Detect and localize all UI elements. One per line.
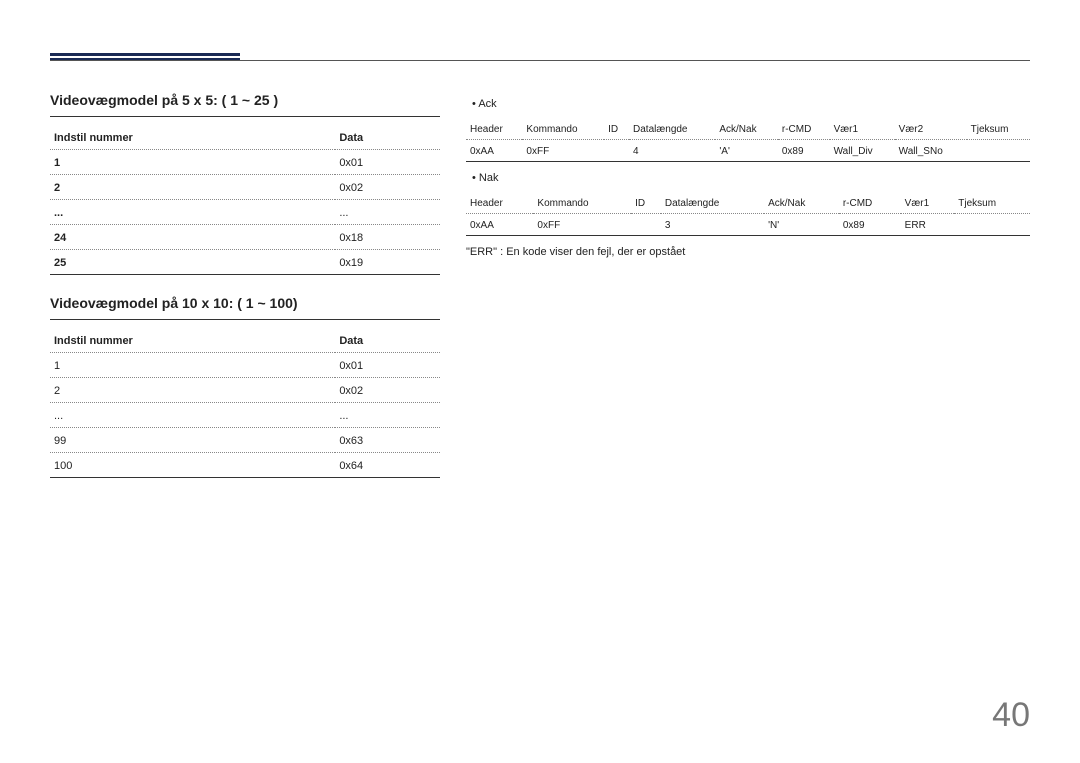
col-header: Ack/Nak: [764, 192, 839, 214]
cell: ...: [335, 403, 440, 428]
col-header: r-CMD: [839, 192, 901, 214]
col-header: Data: [335, 125, 440, 150]
cell: Wall_Div: [830, 140, 895, 162]
cell: 4: [629, 140, 715, 162]
col-header: Tjeksum: [954, 192, 1030, 214]
table-row: 250x19: [50, 250, 440, 275]
col-header: Datalængde: [629, 118, 715, 140]
cell: 'N': [764, 214, 839, 236]
col-header: Vær1: [830, 118, 895, 140]
cell: 2: [50, 378, 335, 403]
table-row: 990x63: [50, 428, 440, 453]
cell: 'A': [715, 140, 778, 162]
cell: 3: [661, 214, 764, 236]
cell: [631, 214, 661, 236]
heading-rule-10x10: [50, 319, 440, 320]
nak-label: Nak: [472, 172, 1030, 184]
ack-label: Ack: [472, 98, 1030, 110]
col-header: Vær2: [895, 118, 967, 140]
cell: 0x89: [839, 214, 901, 236]
table-header-row: Header Kommando ID Datalængde Ack/Nak r-…: [466, 118, 1030, 140]
cell: 0x01: [335, 353, 440, 378]
cell: 0xFF: [533, 214, 631, 236]
col-header: Ack/Nak: [715, 118, 778, 140]
cell: 0xAA: [466, 214, 533, 236]
nak-bullet: Nak: [472, 172, 1030, 184]
col-header: Indstil nummer: [50, 125, 335, 150]
col-header: Datalængde: [661, 192, 764, 214]
table-10x10: Indstil nummer Data 10x01 20x02 ...... 9…: [50, 328, 440, 478]
cell: 25: [50, 250, 335, 275]
table-row: ......: [50, 403, 440, 428]
col-header: Kommando: [533, 192, 631, 214]
table-row: 20x02: [50, 175, 440, 200]
col-header: Data: [335, 328, 440, 353]
cell: 0x02: [335, 378, 440, 403]
table-row: 1000x64: [50, 453, 440, 478]
table-5x5: Indstil nummer Data 10x01 20x02 ...... 2…: [50, 125, 440, 275]
top-accent-upper: [50, 53, 240, 56]
cell: ERR: [901, 214, 955, 236]
col-header: ID: [631, 192, 661, 214]
col-header: Kommando: [522, 118, 604, 140]
cell: 0x19: [335, 250, 440, 275]
left-column: Videovægmodel på 5 x 5: ( 1 ~ 25 ) Indst…: [50, 92, 440, 498]
table-row: 10x01: [50, 353, 440, 378]
cell: 0xAA: [466, 140, 522, 162]
cell: [967, 140, 1030, 162]
err-note: "ERR" : En kode viser den fejl, der er o…: [466, 246, 1030, 258]
ack-bullet: Ack: [472, 98, 1030, 110]
nak-table: Header Kommando ID Datalængde Ack/Nak r-…: [466, 192, 1030, 236]
heading-5x5: Videovægmodel på 5 x 5: ( 1 ~ 25 ): [50, 92, 440, 108]
table-row: 20x02: [50, 378, 440, 403]
cell: 0x64: [335, 453, 440, 478]
cell: 0x63: [335, 428, 440, 453]
cell: ...: [50, 403, 335, 428]
col-header: Header: [466, 118, 522, 140]
col-header: r-CMD: [778, 118, 830, 140]
cell: [604, 140, 629, 162]
cell: 0xFF: [522, 140, 604, 162]
cell: 100: [50, 453, 335, 478]
right-column: Ack Header Kommando ID Datalængde Ack/Na…: [466, 92, 1030, 498]
table-header-row: Header Kommando ID Datalængde Ack/Nak r-…: [466, 192, 1030, 214]
cell: 0x02: [335, 175, 440, 200]
table-row: 240x18: [50, 225, 440, 250]
cell: 0x01: [335, 150, 440, 175]
cell: 99: [50, 428, 335, 453]
page-number: 40: [992, 696, 1030, 735]
cell: ...: [335, 200, 440, 225]
col-header: Header: [466, 192, 533, 214]
table-row: ......: [50, 200, 440, 225]
cell: 0x18: [335, 225, 440, 250]
heading-10x10: Videovægmodel på 10 x 10: ( 1 ~ 100): [50, 295, 440, 311]
heading-rule-5x5: [50, 116, 440, 117]
cell: 1: [50, 353, 335, 378]
top-rule: [50, 60, 1030, 61]
col-header: Indstil nummer: [50, 328, 335, 353]
table-row: 0xAA 0xFF 4 'A' 0x89 Wall_Div Wall_SNo: [466, 140, 1030, 162]
table-header-row: Indstil nummer Data: [50, 125, 440, 150]
cell: ...: [50, 200, 335, 225]
cell: Wall_SNo: [895, 140, 967, 162]
cell: 0x89: [778, 140, 830, 162]
table-header-row: Indstil nummer Data: [50, 328, 440, 353]
cell: [954, 214, 1030, 236]
page: Videovægmodel på 5 x 5: ( 1 ~ 25 ) Indst…: [0, 0, 1080, 763]
col-header: Tjeksum: [967, 118, 1030, 140]
columns: Videovægmodel på 5 x 5: ( 1 ~ 25 ) Indst…: [50, 92, 1030, 498]
cell: 2: [50, 175, 335, 200]
table-row: 10x01: [50, 150, 440, 175]
cell: 1: [50, 150, 335, 175]
cell: 24: [50, 225, 335, 250]
table-row: 0xAA 0xFF 3 'N' 0x89 ERR: [466, 214, 1030, 236]
ack-table: Header Kommando ID Datalængde Ack/Nak r-…: [466, 118, 1030, 162]
col-header: ID: [604, 118, 629, 140]
col-header: Vær1: [901, 192, 955, 214]
